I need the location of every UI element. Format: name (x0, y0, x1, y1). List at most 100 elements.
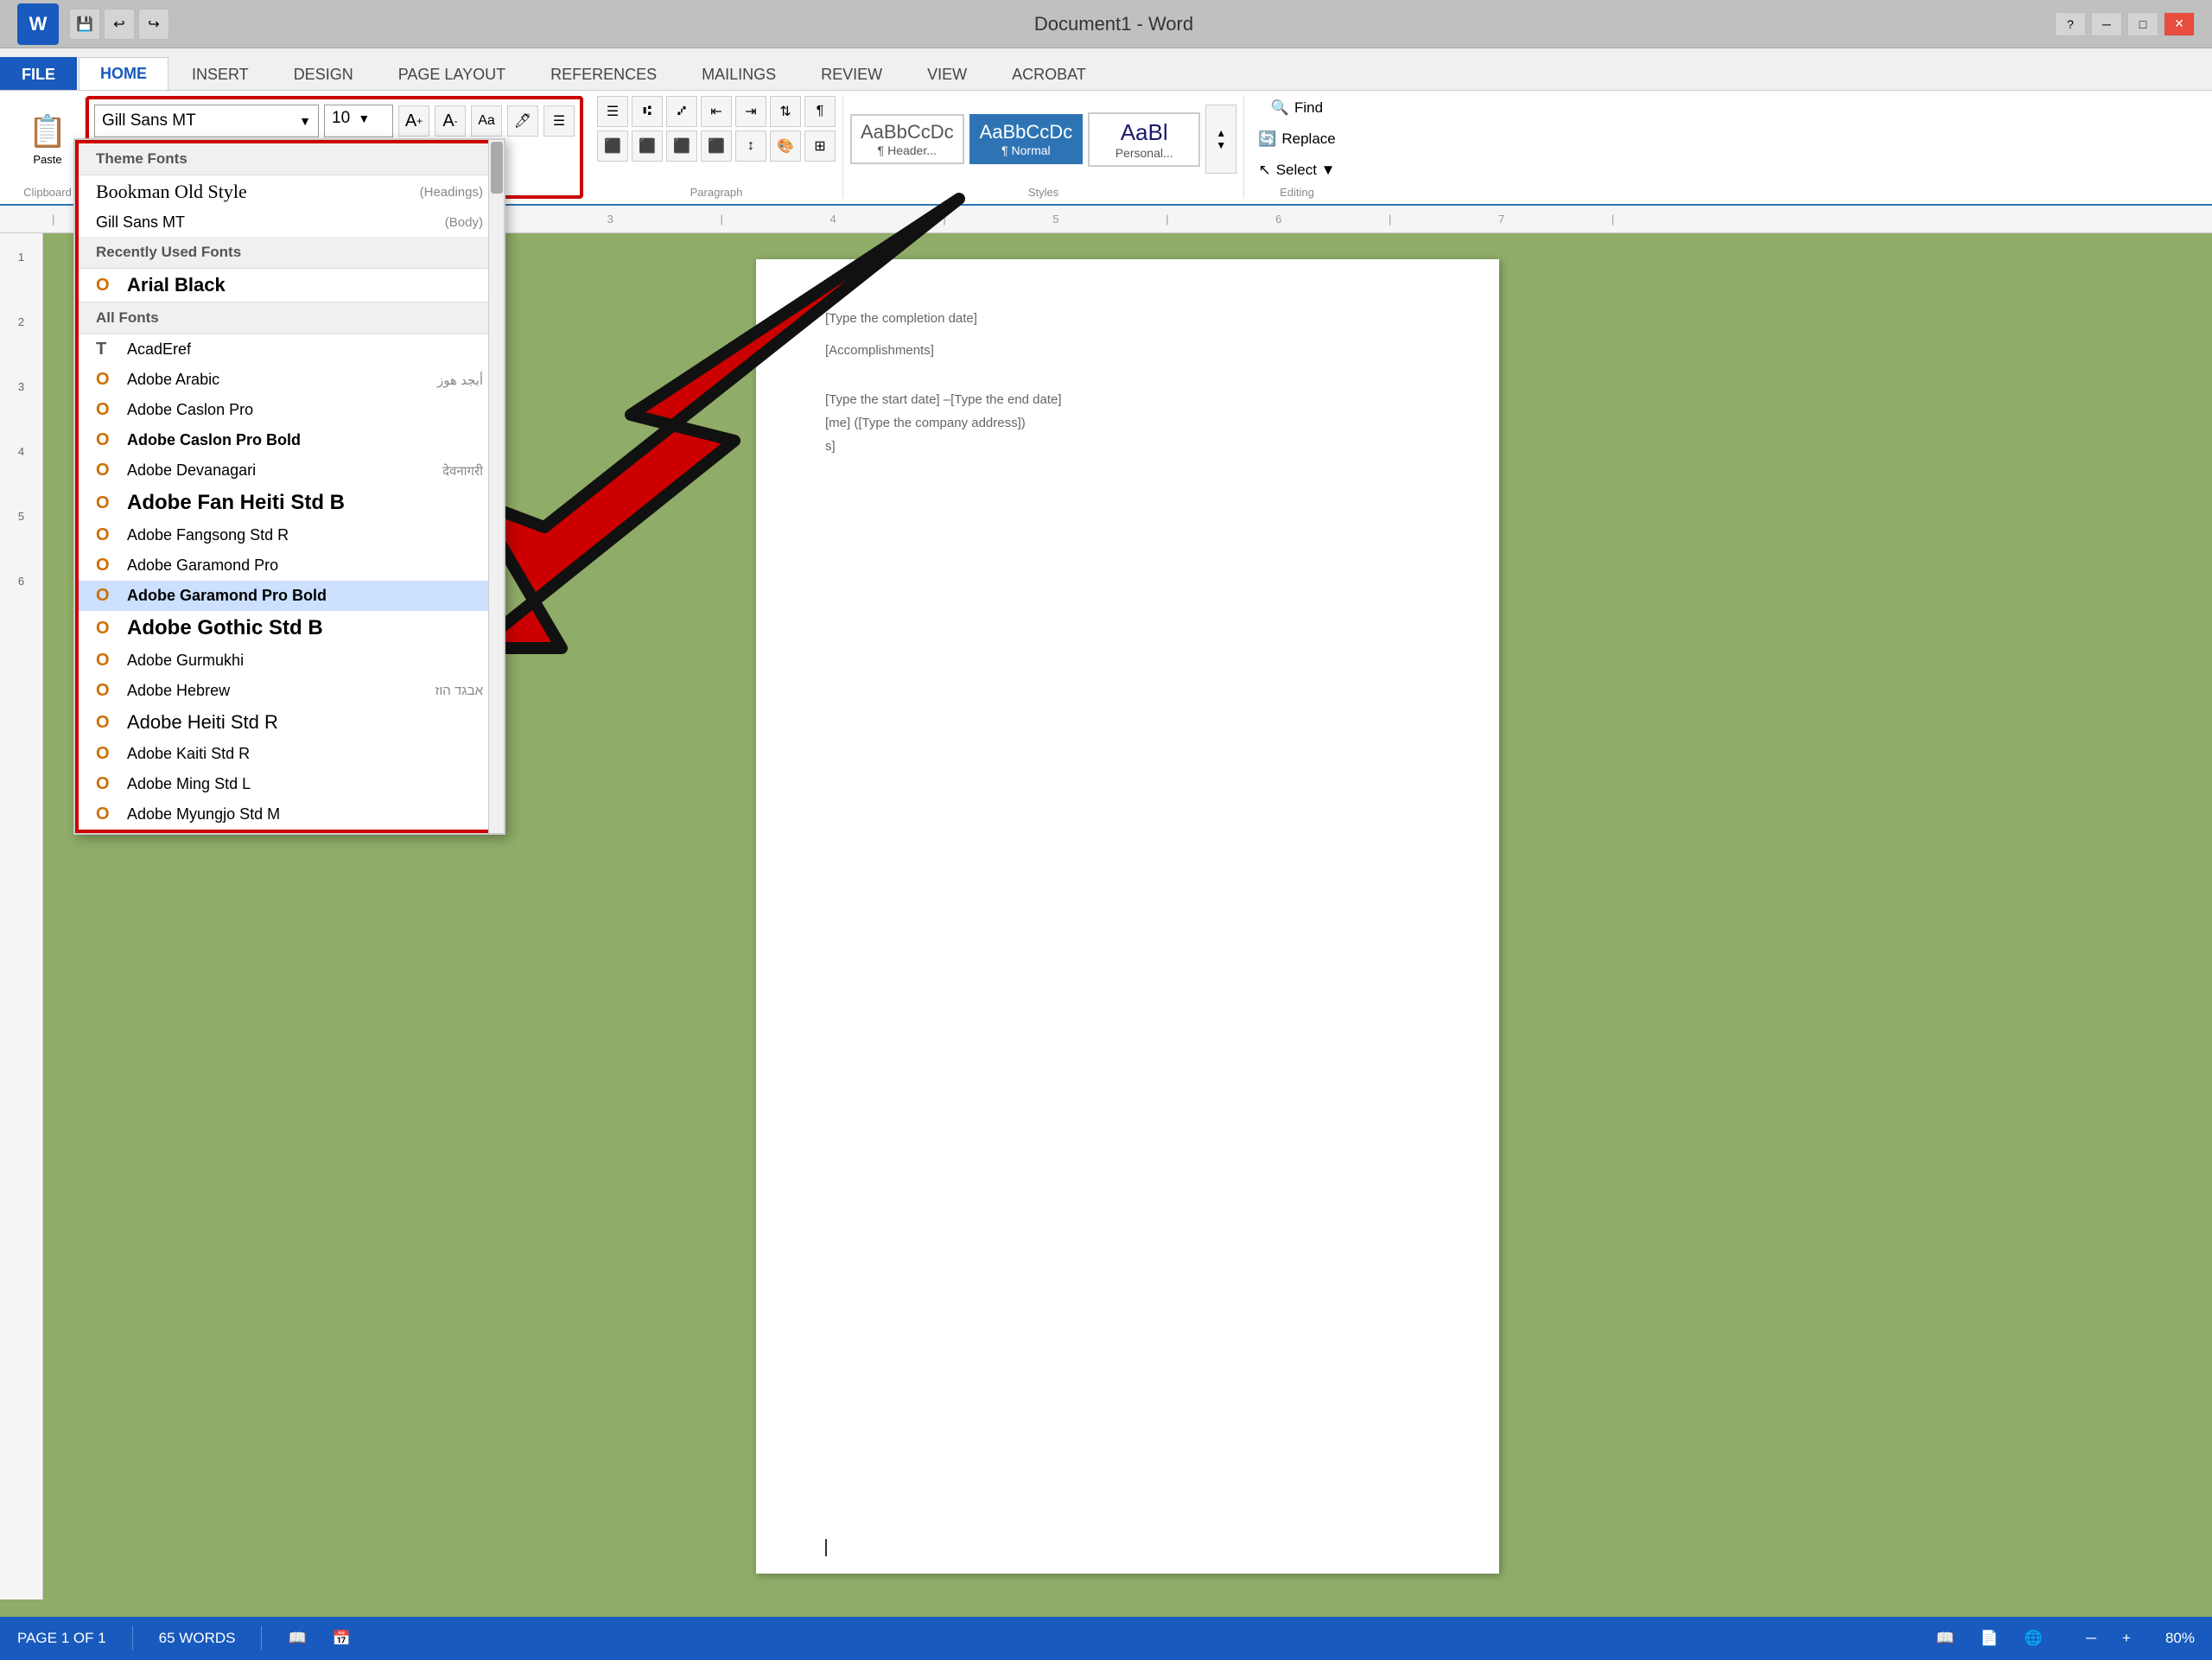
font-size-value: 10 (332, 109, 350, 127)
doc-line-2: [Accomplishments] (825, 343, 1430, 358)
font-sample-adobe-arabic: أبجد هوز (437, 372, 483, 388)
font-item-adobe-garamond-bold[interactable]: O Adobe Garamond Pro Bold (79, 581, 500, 611)
adobe-garamond-bold-icon: O (96, 586, 117, 606)
font-name-dropdown[interactable]: Gill Sans MT ▼ (94, 105, 319, 137)
font-tag-gillsans: (Body) (445, 215, 483, 230)
font-name-arial-black: Arial Black (127, 274, 483, 296)
calendar-icon: 📅 (333, 1630, 351, 1647)
tab-view[interactable]: VIEW (906, 57, 988, 92)
line-spacing-button[interactable]: ↕ (735, 130, 766, 162)
tab-references[interactable]: REFERENCES (529, 57, 678, 92)
acaderef-icon: T (96, 340, 117, 359)
zoom-slider-label: ─ (2086, 1630, 2096, 1647)
tab-acrobat[interactable]: ACROBAT (990, 57, 1108, 92)
font-item-arial-black[interactable]: O Arial Black (79, 269, 500, 302)
font-item-adobe-devanagari[interactable]: O Adobe Devanagari देवनागरी (79, 455, 500, 486)
font-item-adobe-heiti[interactable]: O Adobe Heiti Std R (79, 706, 500, 739)
document-page[interactable]: [Type the completion date] [Accomplishme… (756, 259, 1499, 1574)
print-layout-icon[interactable]: 📄 (1980, 1630, 1999, 1647)
align-center-button[interactable]: ⬛ (632, 130, 663, 162)
adobe-gothic-icon: O (96, 619, 117, 639)
style-normal[interactable]: AaBbCcDc ¶ Normal (969, 114, 1084, 164)
borders-button[interactable]: ⊞ (804, 130, 836, 162)
word-count: 65 WORDS (159, 1630, 236, 1647)
font-item-adobe-fan-heiti[interactable]: O Adobe Fan Heiti Std B (79, 486, 500, 520)
font-item-adobe-hebrew[interactable]: O Adobe Hebrew אבגד הוז (79, 676, 500, 706)
paragraph-label: Paragraph (597, 182, 836, 199)
font-item-adobe-caslon-pro[interactable]: O Adobe Caslon Pro (79, 395, 500, 425)
proofing-icon: 📖 (288, 1630, 306, 1647)
paste-button[interactable]: 📋 Paste (17, 109, 78, 169)
font-item-adobe-arabic[interactable]: O Adobe Arabic أبجد هوز (79, 365, 500, 395)
font-tag-bookman: (Headings) (420, 185, 483, 200)
style-personal[interactable]: AaBl Personal... (1088, 112, 1200, 167)
tab-home[interactable]: HOME (79, 57, 168, 92)
styles-expand-button[interactable]: ▲▼ (1205, 105, 1236, 174)
font-dropdown[interactable]: Theme Fonts Bookman Old Style (Headings)… (73, 138, 505, 835)
font-item-adobe-caslon-bold[interactable]: O Adobe Caslon Pro Bold (79, 425, 500, 455)
tab-file[interactable]: FILE (0, 57, 77, 92)
font-grow-button[interactable]: A+ (398, 105, 429, 137)
bullets-button[interactable]: ☰ (543, 105, 575, 137)
adobe-ming-icon: O (96, 774, 117, 794)
undo-button[interactable]: ↩ (104, 9, 135, 40)
shading-button[interactable]: 🎨 (770, 130, 801, 162)
font-item-gillsans[interactable]: Gill Sans MT (Body) (79, 208, 500, 237)
minimize-button[interactable]: ─ (2091, 12, 2122, 36)
tab-review[interactable]: REVIEW (799, 57, 904, 92)
font-size-input[interactable]: 10 ▼ (324, 105, 393, 137)
decrease-indent-button[interactable]: ⇤ (701, 96, 732, 127)
font-item-acaderef[interactable]: T AcadEref (79, 334, 500, 365)
font-item-adobe-fangsong[interactable]: O Adobe Fangsong Std R (79, 520, 500, 550)
redo-button[interactable]: ↪ (138, 9, 169, 40)
align-left-button[interactable]: ⬛ (597, 130, 628, 162)
scrollbar-thumb[interactable] (491, 142, 503, 194)
tab-pagelayout[interactable]: PAGE LAYOUT (377, 57, 527, 92)
select-icon: ↖ (1258, 162, 1270, 179)
paste-label: Paste (33, 153, 61, 166)
tab-mailings[interactable]: MAILINGS (680, 57, 798, 92)
save-button[interactable]: 💾 (69, 9, 100, 40)
find-button[interactable]: 🔍 Find (1264, 96, 1330, 120)
tab-design[interactable]: DESIGN (272, 57, 375, 92)
numbering-button[interactable]: ⑆ (632, 96, 663, 127)
font-item-bookman[interactable]: Bookman Old Style (Headings) (79, 175, 500, 208)
help-button[interactable]: ? (2055, 12, 2086, 36)
close-button[interactable]: ✕ (2164, 12, 2195, 36)
adobe-heiti-icon: O (96, 713, 117, 733)
theme-fonts-header: Theme Fonts (79, 143, 500, 175)
cursor (825, 1539, 827, 1556)
window-controls: ? ─ □ ✕ (2055, 12, 2195, 36)
font-case-button[interactable]: Aa (471, 105, 502, 137)
sort-button[interactable]: ⇅ (770, 96, 801, 127)
font-item-adobe-gothic[interactable]: O Adobe Gothic Std B (79, 611, 500, 646)
adobe-myungjo-icon: O (96, 805, 117, 824)
font-item-adobe-kaiti[interactable]: O Adobe Kaiti Std R (79, 739, 500, 769)
align-right-button[interactable]: ⬛ (666, 130, 697, 162)
vertical-ruler: 1 2 3 4 5 6 (0, 233, 43, 1600)
multilevel-button[interactable]: ⑇ (666, 96, 697, 127)
justify-button[interactable]: ⬛ (701, 130, 732, 162)
zoom-in-button[interactable]: + (2122, 1630, 2131, 1647)
font-item-adobe-gurmukhi[interactable]: O Adobe Gurmukhi (79, 646, 500, 676)
recently-used-header: Recently Used Fonts (79, 237, 500, 269)
dropdown-scrollbar[interactable] (488, 140, 504, 833)
tab-insert[interactable]: INSERT (170, 57, 270, 92)
restore-button[interactable]: □ (2127, 12, 2158, 36)
select-button[interactable]: ↖ Select ▼ (1251, 158, 1342, 182)
clear-formatting-button[interactable]: 🖊 (507, 105, 538, 137)
replace-button[interactable]: 🔄 Replace (1251, 127, 1343, 151)
font-shrink-button[interactable]: A- (435, 105, 466, 137)
show-marks-button[interactable]: ¶ (804, 96, 836, 127)
doc-line-5: s] (825, 439, 1430, 454)
bullets-list-button[interactable]: ☰ (597, 96, 628, 127)
web-layout-icon[interactable]: 🌐 (2024, 1630, 2043, 1647)
adobe-garamond-icon: O (96, 556, 117, 576)
font-item-adobe-garamond[interactable]: O Adobe Garamond Pro (79, 550, 500, 581)
font-item-adobe-myungjo[interactable]: O Adobe Myungjo Std M (79, 799, 500, 830)
font-item-adobe-ming[interactable]: O Adobe Ming Std L (79, 769, 500, 799)
font-name-bookman: Bookman Old Style (96, 181, 410, 203)
style-header[interactable]: AaBbCcDc ¶ Header... (850, 114, 964, 164)
read-mode-icon[interactable]: 📖 (1936, 1630, 1954, 1647)
increase-indent-button[interactable]: ⇥ (735, 96, 766, 127)
